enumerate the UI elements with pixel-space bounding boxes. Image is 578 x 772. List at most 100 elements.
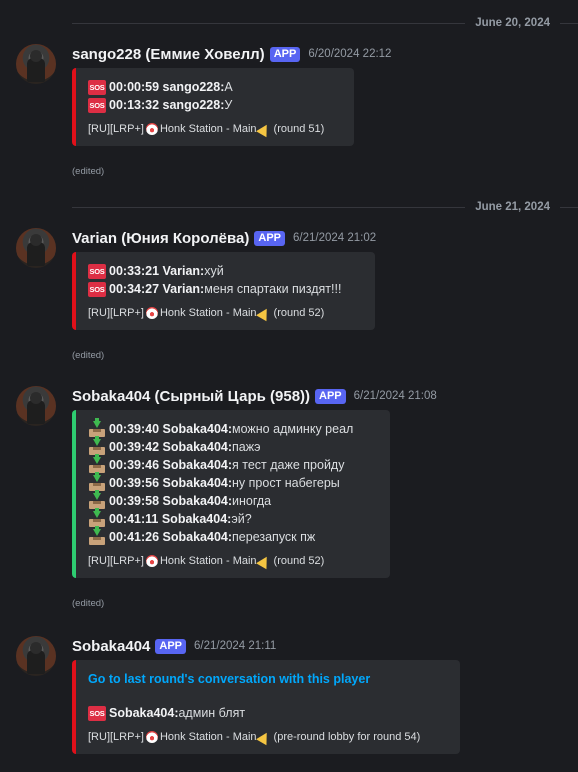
line-text: я тест даже пройду — [232, 458, 345, 472]
inbox-tray-icon — [88, 525, 106, 546]
footer-station: Honk Station - Main — [159, 307, 257, 319]
line-time: 00:41:26 — [109, 530, 160, 544]
sos-icon: SOS — [88, 281, 106, 297]
app-badge: APP — [155, 638, 187, 654]
message-header: sango228 (Еммие Ховелл) APP 6/20/2024 22… — [72, 44, 391, 64]
line-sender: sango228: — [162, 98, 225, 112]
clown-icon — [145, 123, 158, 135]
app-badge: APP — [254, 230, 285, 246]
line-text: админ блят — [178, 706, 246, 720]
footer-round: (round 52) — [273, 307, 325, 319]
footer-server: [RU][LRP+] — [88, 123, 144, 135]
footer-round: (pre-round lobby for round 54) — [273, 731, 421, 743]
line-sender: Sobaka404: — [161, 512, 232, 526]
party-popper-icon — [255, 553, 272, 569]
sos-icon: SOS — [88, 79, 106, 95]
message-header: Sobaka404 (Сырный Царь (958)) APP 6/21/2… — [72, 386, 437, 406]
username[interactable]: Varian (Юния Королёва) — [72, 230, 249, 247]
username[interactable]: Sobaka404 (Сырный Царь (958)) — [72, 388, 310, 405]
footer-server: [RU][LRP+] — [88, 307, 144, 319]
line-sender: Sobaka404: — [162, 422, 233, 436]
footer-server: [RU][LRP+] — [88, 555, 144, 567]
line-text: эй? — [231, 512, 252, 526]
avatar[interactable] — [16, 386, 56, 426]
line-text: пажэ — [232, 440, 261, 454]
embed-footer: [RU][LRP+] Honk Station - Main (round 51… — [88, 121, 342, 137]
line-time: 00:39:58 — [109, 494, 160, 508]
sos-icon: SOS — [88, 705, 106, 721]
footer-station: Honk Station - Main — [159, 731, 257, 743]
line-sender: Sobaka404: — [162, 440, 233, 454]
embed-footer: [RU][LRP+] Honk Station - Main (round 52… — [88, 553, 378, 569]
embed: SOS 00:33:21 Varian: хуй SOS 00:34:27 Va… — [72, 252, 375, 330]
line-text: меня спартаки пиздят!!! — [204, 282, 342, 296]
date-divider-label: June 21, 2024 — [465, 200, 560, 214]
embed-line: SOS 00:34:27 Varian: меня спартаки пиздя… — [88, 280, 363, 298]
timestamp[interactable]: 6/21/2024 21:02 — [293, 232, 376, 244]
edited-label: (edited) — [72, 598, 105, 609]
embed-line: SOS 00:00:59 sango228: А — [88, 78, 342, 96]
line-sender: Sobaka404: — [109, 706, 179, 720]
embed-line: SOS Sobaka404: админ блят — [88, 704, 448, 722]
embed-line: 00:39:56 Sobaka404: ну прост набегеры — [88, 471, 378, 492]
date-divider: June 21, 2024 — [72, 200, 578, 214]
embed-line: SOS 00:33:21 Varian: хуй — [88, 262, 363, 280]
embed-line: 00:41:11 Sobaka404: эй? — [88, 507, 378, 528]
embed-line: 00:39:42 Sobaka404: пажэ — [88, 435, 378, 456]
avatar[interactable] — [16, 636, 56, 676]
line-text: А — [224, 80, 233, 94]
footer-station: Honk Station - Main — [159, 123, 257, 135]
sos-icon: SOS — [88, 97, 106, 113]
embed-footer: [RU][LRP+] Honk Station - Main (round 52… — [88, 305, 363, 321]
line-time: 00:39:46 — [109, 458, 160, 472]
embed-line: 00:41:26 Sobaka404: перезапуск пж — [88, 525, 378, 546]
timestamp[interactable]: 6/21/2024 21:11 — [194, 640, 276, 652]
clown-icon — [145, 555, 158, 567]
username[interactable]: sango228 (Еммие Ховелл) — [72, 46, 265, 63]
line-time: 00:13:32 — [109, 98, 160, 112]
app-badge: APP — [269, 46, 301, 62]
embed-line: SOS 00:13:32 sango228: У — [88, 96, 342, 114]
edited-label: (edited) — [72, 350, 105, 361]
timestamp[interactable]: 6/20/2024 22:12 — [308, 48, 391, 60]
line-sender: Varian: — [162, 264, 205, 278]
embed-line: 00:39:46 Sobaka404: я тест даже пройду — [88, 453, 378, 474]
line-text: можно админку реал — [232, 422, 354, 436]
line-time: 00:39:56 — [109, 476, 160, 490]
embed: 00:39:40 Sobaka404: можно админку реал 0… — [72, 410, 390, 578]
line-text: ну прост набегеры — [232, 476, 340, 490]
footer-server: [RU][LRP+] — [88, 731, 144, 743]
embed-footer: [RU][LRP+] Honk Station - Main (pre-roun… — [88, 729, 448, 745]
line-time: 00:39:40 — [109, 422, 160, 436]
line-time: 00:41:11 — [109, 512, 159, 526]
line-text: У — [224, 98, 233, 112]
footer-round: (round 51) — [273, 123, 325, 135]
line-time: 00:34:27 — [109, 282, 160, 296]
line-time: 00:39:42 — [109, 440, 160, 454]
username[interactable]: Sobaka404 — [72, 638, 150, 655]
avatar[interactable] — [16, 44, 56, 84]
party-popper-icon — [255, 121, 272, 137]
avatar[interactable] — [16, 228, 56, 268]
last-round-conversation-link[interactable]: Go to last round's conversation with thi… — [88, 670, 448, 688]
clown-icon — [145, 307, 158, 319]
line-sender: Sobaka404: — [162, 476, 233, 490]
line-text: иногда — [232, 494, 272, 508]
line-sender: Sobaka404: — [162, 530, 233, 544]
embed-line: 00:39:58 Sobaka404: иногда — [88, 489, 378, 510]
line-sender: Varian: — [162, 282, 205, 296]
party-popper-icon — [255, 729, 272, 745]
party-popper-icon — [255, 305, 272, 321]
clown-icon — [145, 731, 158, 743]
embed: Go to last round's conversation with thi… — [72, 660, 460, 754]
line-sender: Sobaka404: — [162, 458, 233, 472]
embed: SOS 00:00:59 sango228: А SOS 00:13:32 sa… — [72, 68, 354, 146]
line-sender: sango228: — [162, 80, 225, 94]
timestamp[interactable]: 6/21/2024 21:08 — [354, 390, 437, 402]
edited-label: (edited) — [72, 166, 105, 177]
date-divider-label: June 20, 2024 — [465, 16, 560, 30]
line-text: хуй — [204, 264, 224, 278]
app-badge: APP — [315, 388, 346, 404]
message-header: Varian (Юния Королёва) APP 6/21/2024 21:… — [72, 228, 376, 248]
chat-log: June 20, 2024 sango228 (Еммие Ховелл) AP… — [0, 0, 578, 772]
